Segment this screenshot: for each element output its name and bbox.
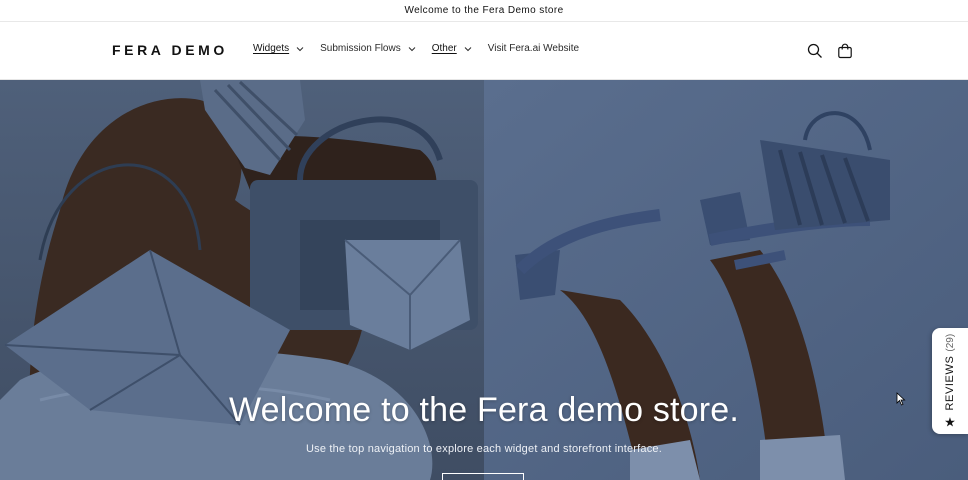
mouse-cursor-icon [896, 392, 906, 406]
cart-button[interactable] [834, 40, 856, 62]
search-button[interactable] [804, 40, 826, 62]
nav-item-visit-fera[interactable]: Visit Fera.ai Website [488, 43, 579, 54]
nav-item-submission-flows[interactable]: Submission Flows [320, 43, 416, 54]
site-header: FERA DEMO Widgets Submission Flows Other… [0, 23, 968, 80]
hero-cta-button[interactable] [442, 473, 524, 480]
hero-title: Welcome to the Fera demo store. [228, 391, 740, 429]
nav-item-label: Visit Fera.ai Website [487, 43, 580, 54]
chevron-down-icon [296, 46, 304, 51]
nav-item-label: Submission Flows [320, 43, 401, 54]
reviews-label: REVIEWS [944, 355, 956, 411]
header-actions [796, 40, 856, 62]
search-icon [807, 43, 822, 58]
chevron-down-icon [464, 46, 472, 51]
reviews-tab-content: ★ REVIEWS (29) [942, 333, 958, 430]
nav-item-label: Other [431, 43, 457, 54]
nav-item-widgets[interactable]: Widgets [253, 43, 304, 54]
store-logo[interactable]: FERA DEMO [112, 42, 228, 58]
hero-subtitle: Use the top navigation to explore each w… [305, 443, 663, 455]
hero-banner: Welcome to the Fera demo store. Use the … [0, 80, 968, 480]
nav-item-other[interactable]: Other [432, 43, 472, 54]
nav-item-label: Widgets [253, 43, 290, 54]
star-icon: ★ [944, 414, 956, 430]
main-nav: Widgets Submission Flows Other Visit Fer… [253, 43, 595, 54]
reviews-count: (29) [944, 333, 956, 352]
announcement-text: Welcome to the Fera Demo store [404, 5, 564, 16]
cart-icon [838, 43, 852, 59]
chevron-down-icon [408, 46, 416, 51]
announcement-bar: Welcome to the Fera Demo store [0, 0, 968, 22]
reviews-tab[interactable]: ★ REVIEWS (29) [932, 328, 968, 434]
